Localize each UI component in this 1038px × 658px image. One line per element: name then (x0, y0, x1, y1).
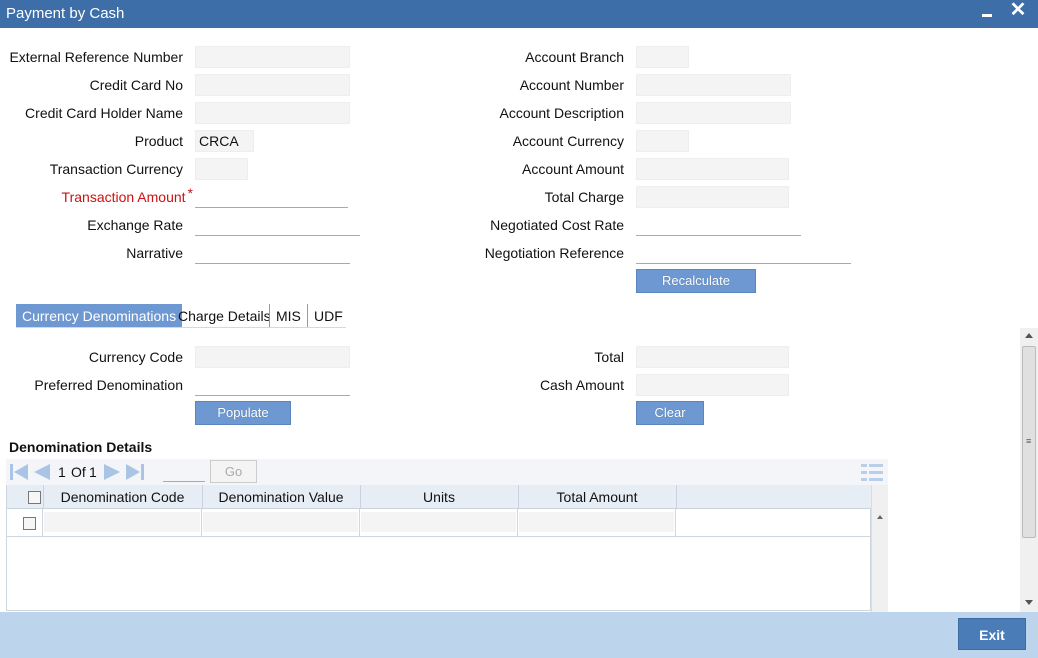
units-cell[interactable] (360, 509, 518, 537)
denomination-grid: Denomination Code Denomination Value Uni… (6, 485, 872, 611)
footer-bar (0, 612, 1038, 658)
exit-button[interactable]: Exit (958, 618, 1026, 650)
account-currency-field[interactable] (636, 130, 689, 152)
first-page-icon[interactable] (8, 462, 30, 482)
goto-page-field[interactable] (163, 462, 205, 482)
current-page: 1 (58, 464, 66, 480)
currency-code-label: Currency Code (88, 349, 183, 365)
column-header-denomination-code[interactable]: Denomination Code (43, 485, 202, 509)
minimize-icon[interactable] (980, 3, 994, 23)
negotiation-reference-field[interactable] (636, 242, 851, 264)
cash-amount-field[interactable] (636, 374, 789, 396)
denomination-value-cell[interactable] (202, 509, 360, 537)
window-titlebar: Payment by Cash ✕ (0, 0, 1038, 28)
row-checkbox[interactable] (23, 517, 36, 530)
required-marker: * (187, 185, 193, 201)
column-header-total-amount[interactable]: Total Amount (518, 485, 676, 509)
columns-icon[interactable] (859, 461, 887, 483)
go-button[interactable]: Go (210, 460, 257, 483)
credit-card-no-field[interactable] (195, 74, 350, 96)
account-branch-field[interactable] (636, 46, 689, 68)
next-page-icon[interactable] (102, 462, 122, 482)
close-icon[interactable]: ✕ (1008, 0, 1028, 22)
main-scrollbar[interactable]: ≡ (1020, 328, 1038, 612)
total-charge-field[interactable] (636, 186, 789, 208)
transaction-amount-field[interactable] (195, 186, 348, 208)
external-reference-number-label: External Reference Number (9, 49, 183, 65)
account-description-label: Account Description (499, 105, 624, 121)
account-currency-label: Account Currency (512, 133, 624, 149)
denomination-details-title: Denomination Details (9, 439, 153, 455)
narrative-label: Narrative (126, 245, 183, 261)
column-header-units[interactable]: Units (360, 485, 518, 509)
account-branch-label: Account Branch (525, 49, 624, 65)
account-description-field[interactable] (636, 102, 791, 124)
negotiated-cost-rate-label: Negotiated Cost Rate (490, 217, 624, 233)
tab-divider (16, 327, 346, 328)
tab-currency-denominations[interactable]: Currency Denominations (16, 304, 183, 328)
total-charge-label: Total Charge (544, 189, 624, 205)
credit-card-holder-name-field[interactable] (195, 102, 350, 124)
external-reference-number-field[interactable] (195, 46, 350, 68)
clear-button[interactable]: Clear (636, 401, 704, 425)
account-number-label: Account Number (519, 77, 624, 93)
total-label: Total (594, 349, 624, 365)
product-label: Product (134, 133, 183, 149)
preferred-denomination-field[interactable] (195, 374, 350, 396)
account-amount-field[interactable] (636, 158, 789, 180)
table-row (7, 509, 872, 537)
tab-mis[interactable]: MIS (269, 304, 307, 328)
total-pages: 1 (89, 464, 97, 480)
transaction-currency-label: Transaction Currency (49, 161, 183, 177)
grid-header: Denomination Code Denomination Value Uni… (7, 485, 872, 509)
credit-card-no-label: Credit Card No (89, 77, 183, 93)
denomination-code-cell[interactable] (43, 509, 202, 537)
scroll-down-icon[interactable] (1025, 600, 1033, 605)
tab-udf[interactable]: UDF (307, 304, 349, 328)
window-title: Payment by Cash (6, 5, 125, 22)
cash-amount-label: Cash Amount (539, 377, 624, 393)
exchange-rate-field[interactable] (195, 214, 360, 236)
preferred-denomination-label: Preferred Denomination (34, 377, 183, 393)
column-header-denomination-value[interactable]: Denomination Value (202, 485, 360, 509)
previous-page-icon[interactable] (32, 462, 52, 482)
pager-bar: 1 Of 1 Go (6, 459, 888, 485)
exchange-rate-label: Exchange Rate (87, 217, 183, 233)
populate-button[interactable]: Populate (195, 401, 291, 425)
account-number-field[interactable] (636, 74, 791, 96)
account-amount-label: Account Amount (522, 161, 624, 177)
credit-card-holder-name-label: Credit Card Holder Name (25, 105, 183, 121)
product-field[interactable] (195, 130, 254, 152)
transaction-amount-label: Transaction Amount * (61, 185, 193, 205)
transaction-currency-field[interactable] (195, 158, 248, 180)
select-all-checkbox[interactable] (28, 491, 41, 504)
negotiation-reference-label: Negotiation Reference (484, 245, 624, 261)
scroll-up-icon[interactable] (1025, 333, 1033, 338)
grid-scrollbar[interactable] (871, 485, 888, 612)
grip-icon: ≡ (1026, 436, 1032, 446)
negotiated-cost-rate-field[interactable] (636, 214, 801, 236)
total-amount-cell[interactable] (518, 509, 676, 537)
total-field[interactable] (636, 346, 789, 368)
tab-charge-details[interactable]: Charge Details (172, 304, 277, 328)
recalculate-button[interactable]: Recalculate (636, 269, 756, 293)
grid-scroll-up-icon[interactable] (877, 515, 883, 519)
narrative-field[interactable] (195, 242, 350, 264)
last-page-icon[interactable] (124, 462, 146, 482)
page-of-label: Of (71, 464, 86, 480)
currency-code-field[interactable] (195, 346, 350, 368)
